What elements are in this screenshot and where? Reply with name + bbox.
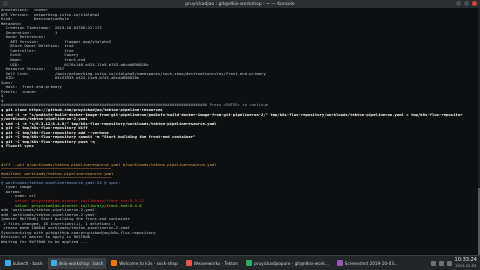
taskbar-task-label: pruyickadjaopure - git@dkio-work... xyxy=(254,260,329,266)
taskbar-task-label: Weaveworks - Tekton xyxy=(193,260,239,266)
terminal-output[interactable]: Annotations: <none> API Version: networki… xyxy=(0,8,478,255)
taskbar-task-label: dkio-workshop : bash xyxy=(58,260,104,266)
app-icon xyxy=(185,260,192,266)
terminal-text: Events: <none> xyxy=(1,88,37,94)
taskbar-task[interactable]: Welcome to k3s - sock-shop xyxy=(108,258,181,269)
taskbar-task[interactable]: dkio-workshop : bash xyxy=(47,257,107,269)
window-title: pruyickadjao : git@dkio-workshop : ~ — K… xyxy=(185,1,295,7)
taskbar-task[interactable]: pruyickadjaopure - git@dkio-work... xyxy=(243,258,332,269)
maximize-icon[interactable] xyxy=(464,1,469,6)
window-titlebar[interactable]: pruyickadjao : git@dkio-workshop : ~ — K… xyxy=(0,0,480,8)
taskbar-task-label: Welcome to k3s - sock-shop xyxy=(119,260,178,266)
terminal-line: Waiting for 9b7f8d0 to be applied ... xyxy=(0,238,478,245)
close-icon[interactable] xyxy=(472,1,477,6)
terminal-text: UID: 04c53933-e424-11e9-b743-a6cdd890828… xyxy=(1,75,140,81)
taskbar: kubectl - bash dkio-workshop : bash Welcom… xyxy=(0,255,480,270)
app-icon xyxy=(50,260,57,266)
notifications-icon[interactable] xyxy=(446,260,452,266)
system-tray: 10:33:24 2019-10-03 xyxy=(430,258,480,268)
taskbar-task[interactable]: Weaveworks - Tekton xyxy=(183,258,241,269)
clock-date: 2019-10-03 xyxy=(455,263,477,268)
taskbar-task[interactable]: kubectl - bash xyxy=(2,258,46,269)
taskbar-task-label: Screenshot 2019-10-03... xyxy=(344,260,398,266)
volume-icon[interactable] xyxy=(438,260,444,266)
app-icon xyxy=(246,260,253,266)
terminal-text: 4.0 xyxy=(134,202,142,208)
clock[interactable]: 10:33:24 2019-10-03 xyxy=(455,258,477,268)
app-icon xyxy=(336,260,343,266)
app-icon xyxy=(111,260,118,266)
terminal-text: $ fluxctl sync xyxy=(1,143,34,149)
app-icon xyxy=(5,260,11,266)
terminal-text: Waiting for 9b7f8d0 to be applied ... xyxy=(1,238,88,244)
minimize-icon[interactable] xyxy=(456,1,461,6)
window-menu-icon[interactable] xyxy=(3,1,8,6)
taskbar-task-label: kubectl - bash xyxy=(13,260,43,266)
taskbar-task[interactable]: Screenshot 2019-10-03... xyxy=(334,258,401,269)
network-icon[interactable] xyxy=(430,260,436,266)
